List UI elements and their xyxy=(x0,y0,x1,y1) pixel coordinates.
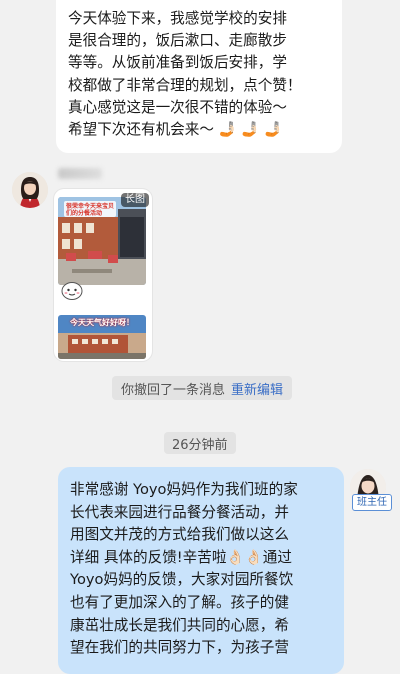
avatar-woman-icon xyxy=(12,172,48,208)
photo-canteen: 很荣幸今天来宝贝们的分餐活动 xyxy=(58,197,146,285)
parent-avatar[interactable] xyxy=(12,172,48,208)
long-image-badge: 长图 xyxy=(121,193,149,207)
timestamp: 26分钟前 xyxy=(164,432,236,454)
chat-view: 今天体验下来，我感觉学校的安排 是很合理的，饭后漱口、走廊散步 等等。从饭前准备… xyxy=(0,0,400,674)
message-text: 非常感谢 Yoyo妈妈作为我们班的家 长代表来园进行品餐分餐活动，并 用图文并茂… xyxy=(70,481,298,657)
message-bubble-teacher-text[interactable]: 非常感谢 Yoyo妈妈作为我们班的家 长代表来园进行品餐分餐活动，并 用图文并茂… xyxy=(58,467,344,674)
re-edit-link[interactable]: 重新编辑 xyxy=(231,379,283,398)
photo-building: 今天天气好好呀！ xyxy=(58,315,146,359)
sticker-icon xyxy=(60,279,84,301)
photo-headline: 很荣幸今天来宝贝们的分餐活动 xyxy=(66,203,115,217)
recall-notice: 你撤回了一条消息 重新编辑 xyxy=(112,376,293,400)
message-bubble-parent-text[interactable]: 今天体验下来，我感觉学校的安排 是很合理的，饭后漱口、走廊散步 等等。从饭前准备… xyxy=(56,0,342,154)
photo-caption: 今天天气好好呀！ xyxy=(70,318,134,327)
message-text: 今天体验下来，我感觉学校的安排 是很合理的，饭后漱口、走廊散步 等等。从饭前准备… xyxy=(68,10,302,139)
head-teacher-badge: 班主任 xyxy=(352,494,392,511)
sender-name-blurred xyxy=(58,168,102,179)
recall-text: 你撤回了一条消息 xyxy=(121,382,226,398)
image-message[interactable]: 很荣幸今天来宝贝们的分餐活动 长图 今天天气好好呀！ xyxy=(54,189,152,361)
